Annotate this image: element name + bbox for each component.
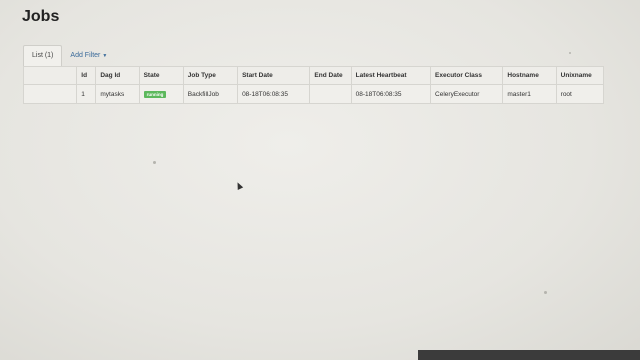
jobs-table: Id Dag Id State Job Type Start Date End … xyxy=(22,66,605,104)
cell-end-date xyxy=(309,84,352,104)
column-header-id[interactable]: Id xyxy=(76,66,97,85)
screen-speck xyxy=(153,161,156,164)
column-header-start-date[interactable]: Start Date xyxy=(237,66,311,85)
table-row: 1 mytasks running BackfillJob 08-18T06:0… xyxy=(22,84,605,104)
cell-executor-class: CeleryExecutor xyxy=(430,84,504,104)
cell-start-date: 08-18T06:08:35 xyxy=(237,84,311,104)
column-header-unixname[interactable]: Unixname xyxy=(555,66,605,85)
cell-select xyxy=(22,84,78,104)
column-header-hostname[interactable]: Hostname xyxy=(502,66,557,85)
caret-down-icon: ▼ xyxy=(102,53,108,59)
tab-list[interactable]: List (1) xyxy=(23,45,63,66)
column-header-executor-class[interactable]: Executor Class xyxy=(430,66,504,85)
cell-state: running xyxy=(138,84,184,104)
cell-dag-id[interactable]: mytasks xyxy=(95,84,140,104)
column-header-select xyxy=(22,66,78,85)
screen-speck xyxy=(544,291,547,294)
column-header-state[interactable]: State xyxy=(138,66,184,85)
column-header-job-type[interactable]: Job Type xyxy=(182,66,239,85)
page-title: Jobs xyxy=(22,8,60,25)
cell-hostname: master1 xyxy=(502,84,557,104)
cell-job-type: BackfillJob xyxy=(182,84,239,104)
tab-add-filter-label: Add Filter xyxy=(70,52,101,59)
screen-bezel-edge xyxy=(418,350,640,360)
screen-speck xyxy=(569,52,571,54)
cell-unixname: root xyxy=(555,84,605,104)
mouse-pointer-icon xyxy=(234,181,244,190)
status-badge: running xyxy=(143,90,167,98)
tab-bar: List (1) Add Filter ▼ xyxy=(23,44,115,66)
column-header-dag-id[interactable]: Dag Id xyxy=(95,66,140,85)
tab-add-filter[interactable]: Add Filter ▼ xyxy=(62,46,115,66)
column-header-end-date[interactable]: End Date xyxy=(309,66,352,85)
cell-latest-heartbeat: 08-18T06:08:35 xyxy=(350,84,432,104)
cell-id: 1 xyxy=(76,84,97,104)
table-header-row: Id Dag Id State Job Type Start Date End … xyxy=(22,66,605,85)
jobs-page: Jobs List (1) Add Filter ▼ Id Dag Id Stat… xyxy=(0,0,640,360)
column-header-latest-heartbeat[interactable]: Latest Heartbeat xyxy=(350,66,432,85)
